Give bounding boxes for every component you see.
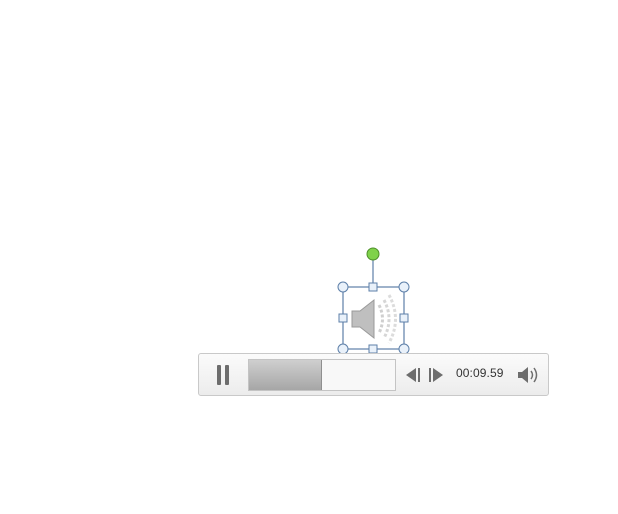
skip-back-icon bbox=[406, 368, 420, 382]
resize-handle-top bbox=[368, 282, 378, 292]
resize-handle-top-right bbox=[398, 281, 410, 293]
pause-button[interactable] bbox=[213, 364, 233, 386]
volume-icon bbox=[518, 367, 538, 383]
timeline-progress bbox=[249, 360, 322, 390]
elapsed-time: 00:09.59 bbox=[456, 366, 504, 380]
skip-forward-button[interactable] bbox=[426, 365, 446, 385]
timeline-slider[interactable] bbox=[248, 359, 396, 391]
resize-handle-top-left bbox=[337, 281, 349, 293]
rotation-handle bbox=[366, 247, 380, 261]
skip-back-button[interactable] bbox=[403, 365, 423, 385]
skip-forward-icon bbox=[429, 368, 443, 382]
resize-handle-right bbox=[399, 313, 409, 323]
resize-handle-left bbox=[338, 313, 348, 323]
pause-icon bbox=[217, 365, 221, 385]
audio-object[interactable] bbox=[330, 245, 420, 355]
selection-handles bbox=[337, 247, 410, 355]
resize-handle-bottom bbox=[368, 344, 378, 354]
volume-button[interactable] bbox=[516, 363, 542, 387]
media-controls: 00:09.59 bbox=[198, 353, 549, 396]
slide-canvas: 00:09.59 bbox=[0, 0, 618, 514]
